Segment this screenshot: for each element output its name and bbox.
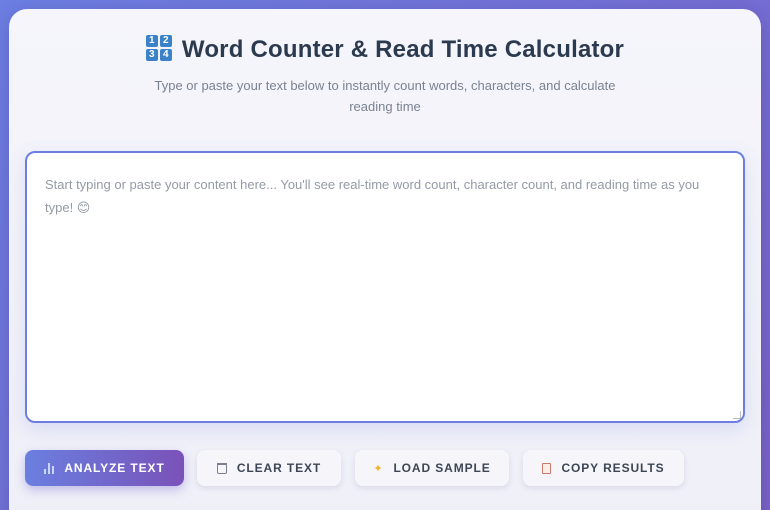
bar-chart-icon xyxy=(44,462,55,474)
copy-results-label: COPY RESULTS xyxy=(561,461,665,475)
analyze-text-label: ANALYZE TEXT xyxy=(64,461,165,475)
copy-results-button[interactable]: COPY RESULTS xyxy=(523,450,684,486)
analyze-text-button[interactable]: ANALYZE TEXT xyxy=(25,450,184,486)
sparkles-icon: ✦ xyxy=(373,462,384,475)
load-sample-button[interactable]: ✦ LOAD SAMPLE xyxy=(355,450,509,486)
text-editor-container xyxy=(25,151,745,423)
numbers-keycap-icon: 1 2 3 4 xyxy=(145,35,172,61)
clear-text-button[interactable]: CLEAR TEXT xyxy=(197,450,341,486)
load-sample-label: LOAD SAMPLE xyxy=(393,461,491,475)
page-title-text: Word Counter & Read Time Calculator xyxy=(181,36,625,63)
clipboard-icon xyxy=(542,462,552,474)
clear-text-label: CLEAR TEXT xyxy=(236,461,322,475)
resize-handle-icon[interactable] xyxy=(733,411,741,419)
trash-icon xyxy=(216,462,227,474)
page-title: 1 2 3 4 Word Counter & Read Time Calcula… xyxy=(9,35,761,64)
text-input[interactable] xyxy=(27,153,743,421)
page-subtitle: Type or paste your text below to instant… xyxy=(154,78,616,114)
main-card: 1 2 3 4 Word Counter & Read Time Calcula… xyxy=(9,9,761,510)
